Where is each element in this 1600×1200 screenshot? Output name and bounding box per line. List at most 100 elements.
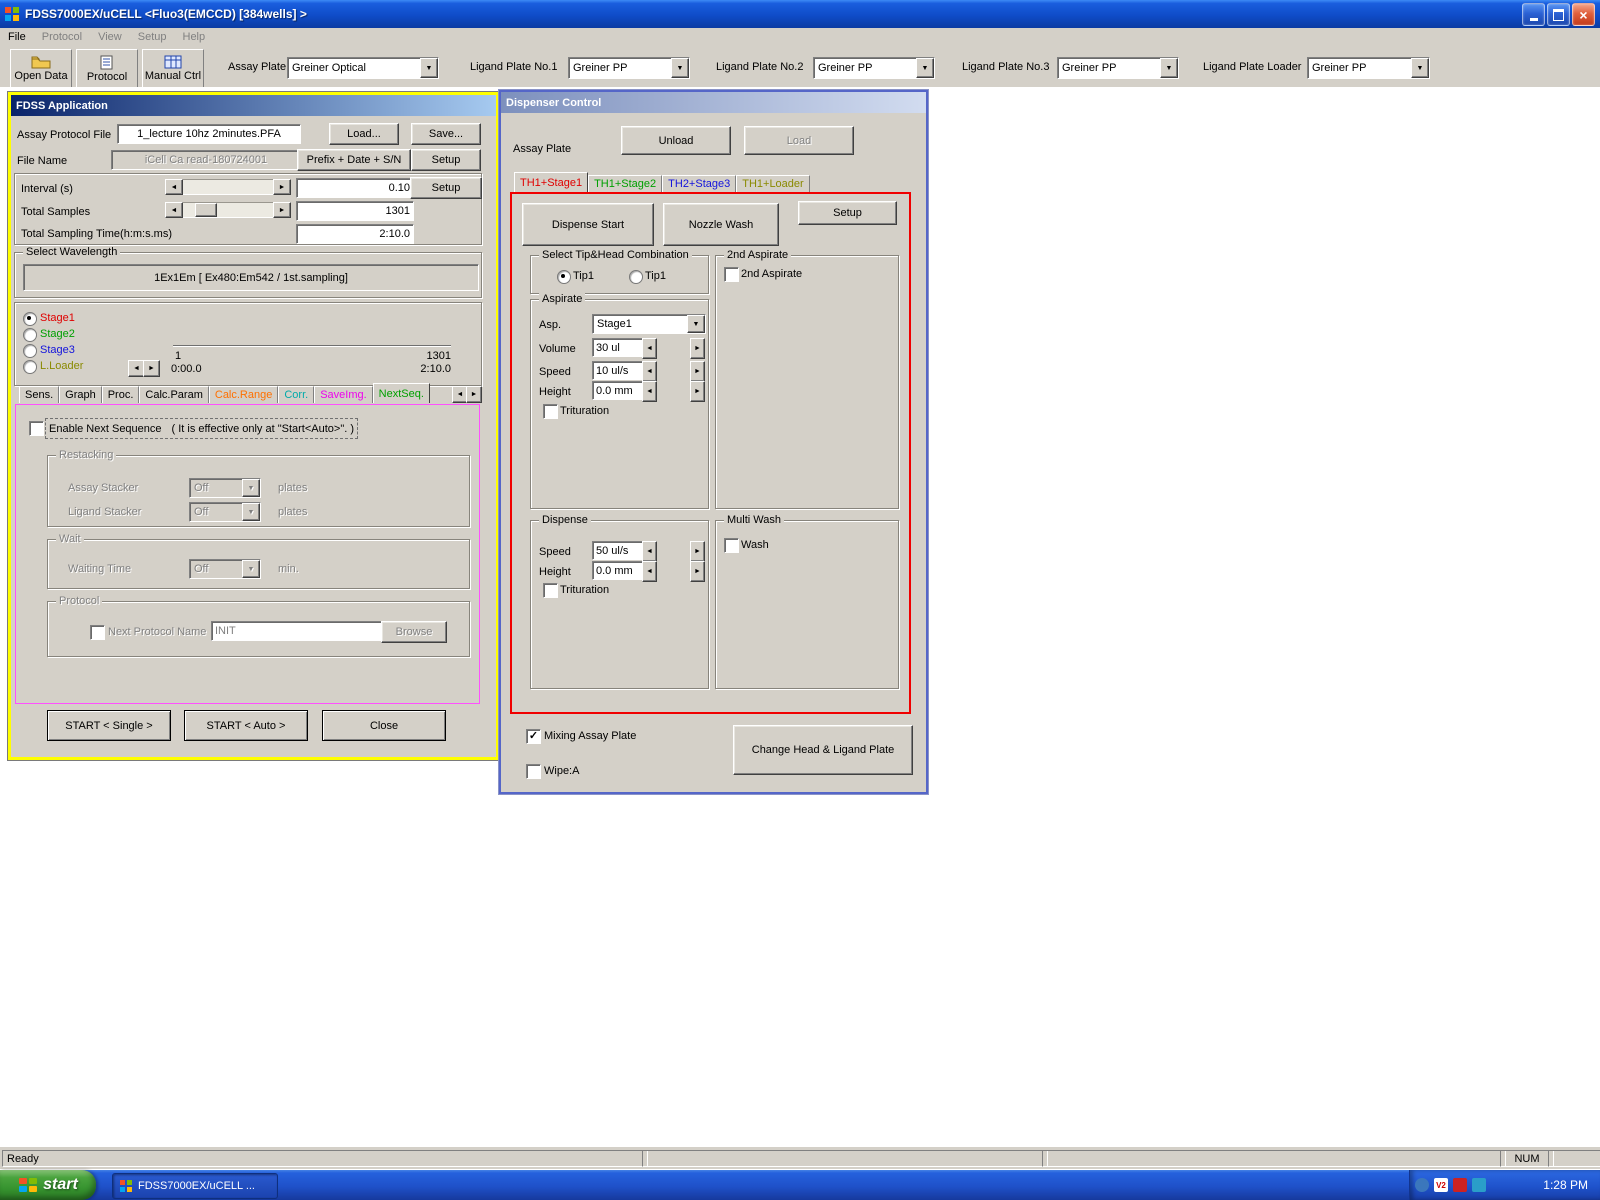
chevron-down-icon[interactable]: ▼	[687, 315, 705, 333]
tab-th1-loader[interactable]: TH1+Loader	[736, 175, 810, 192]
scroll-right-button[interactable]: ►	[273, 179, 291, 195]
dispense-height-decrement-button[interactable]: ◄	[642, 561, 657, 582]
range-right-button[interactable]: ►	[143, 360, 160, 377]
tray-icon-teal[interactable]	[1472, 1178, 1486, 1192]
scroll-thumb[interactable]	[195, 203, 217, 217]
interval-setup-button[interactable]: Setup	[410, 177, 482, 199]
chevron-down-icon[interactable]: ▼	[1411, 58, 1429, 78]
volume-decrement-button[interactable]: ◄	[642, 338, 657, 359]
tray-icon-red[interactable]	[1453, 1178, 1467, 1192]
chevron-down-icon[interactable]: ▼	[1160, 58, 1178, 78]
mixing-assay-plate-checkbox[interactable]: ✓	[526, 729, 541, 744]
start-single-button[interactable]: START < Single >	[47, 710, 171, 741]
menu-view[interactable]: View	[90, 28, 130, 47]
tab-th1-stage2[interactable]: TH1+Stage2	[588, 175, 663, 192]
ligand-plate3-select[interactable]: Greiner PP ▼	[1057, 57, 1179, 79]
total-samples-scrollbar[interactable]: ◄ ►	[165, 202, 291, 218]
interval-value[interactable]: 0.10	[296, 178, 414, 198]
loader-radio[interactable]	[23, 360, 37, 374]
wipe-a-checkbox[interactable]	[526, 764, 541, 779]
interval-scrollbar[interactable]: ◄ ►	[165, 179, 291, 195]
scroll-right-button[interactable]: ►	[273, 202, 291, 218]
tip1-radio[interactable]	[557, 270, 571, 284]
tab-saveimg[interactable]: SaveImg.	[314, 386, 373, 403]
tray-icon-v2[interactable]: V2	[1434, 1178, 1448, 1192]
tab-th2-stage3[interactable]: TH2+Stage3	[662, 175, 737, 192]
tab-calc-param[interactable]: Calc.Param	[139, 386, 209, 403]
ligand-plate-loader-select[interactable]: Greiner PP ▼	[1307, 57, 1430, 79]
chevron-down-icon[interactable]: ▼	[420, 58, 438, 78]
enable-next-sequence-caption[interactable]: Enable Next Sequence ( It is effective o…	[45, 418, 358, 439]
dispense-height-increment-button[interactable]: ►	[690, 561, 705, 582]
maximize-button[interactable]	[1547, 3, 1570, 26]
close-button[interactable]: ×	[1572, 3, 1595, 26]
file-name-setup-button[interactable]: Setup	[411, 149, 481, 171]
tray-icon-blue[interactable]	[1415, 1178, 1429, 1192]
dispenser-setup-button[interactable]: Setup	[798, 201, 897, 225]
scroll-track[interactable]	[183, 202, 273, 218]
second-aspirate-checkbox[interactable]	[724, 267, 739, 282]
scroll-left-button[interactable]: ◄	[165, 202, 183, 218]
dispense-height-field[interactable]: 0.0 mm	[592, 561, 649, 580]
chevron-down-icon[interactable]: ▼	[916, 58, 934, 78]
sample-range-track[interactable]	[173, 345, 451, 347]
aspirate-speed-decrement-button[interactable]: ◄	[642, 361, 657, 382]
menu-help[interactable]: Help	[175, 28, 214, 47]
tip1-b-radio[interactable]	[629, 270, 643, 284]
dispense-trituration-checkbox[interactable]	[543, 583, 558, 598]
volume-increment-button[interactable]: ►	[690, 338, 705, 359]
chevron-down-icon[interactable]: ▼	[671, 58, 689, 78]
unload-button[interactable]: Unload	[621, 126, 731, 155]
dispenser-titlebar[interactable]: Dispenser Control	[501, 92, 926, 113]
dispense-speed-decrement-button[interactable]: ◄	[642, 541, 657, 562]
scroll-track[interactable]	[183, 179, 273, 195]
nozzle-wash-button[interactable]: Nozzle Wash	[663, 203, 779, 246]
protocol-button[interactable]: Protocol	[76, 49, 138, 88]
dispense-speed-increment-button[interactable]: ►	[690, 541, 705, 562]
tab-proc[interactable]: Proc.	[101, 386, 140, 403]
tab-graph[interactable]: Graph	[59, 386, 102, 403]
aspirate-speed-increment-button[interactable]: ►	[690, 361, 705, 382]
tab-nextseq[interactable]: NextSeq.	[372, 383, 430, 403]
fdss-titlebar[interactable]: FDSS Application	[11, 95, 496, 116]
dispense-speed-field[interactable]: 50 ul/s	[592, 541, 649, 560]
minimize-button[interactable]	[1522, 3, 1545, 26]
tab-scroll-right-button[interactable]: ►	[466, 386, 482, 403]
aspirate-height-field[interactable]: 0.0 mm	[592, 381, 649, 400]
stage2-radio[interactable]	[23, 328, 37, 342]
start-button[interactable]: start	[0, 1170, 96, 1200]
load-button[interactable]: Load...	[329, 123, 399, 145]
change-head-ligand-plate-button[interactable]: Change Head & Ligand Plate	[733, 725, 913, 775]
menu-protocol[interactable]: Protocol	[34, 28, 90, 47]
aspirate-speed-field[interactable]: 10 ul/s	[592, 361, 649, 380]
wash-checkbox[interactable]	[724, 538, 739, 553]
manual-ctrl-button[interactable]: Manual Ctrl	[142, 49, 204, 88]
tab-corr[interactable]: Corr.	[278, 386, 315, 403]
start-auto-button[interactable]: START < Auto >	[184, 710, 308, 741]
menu-file[interactable]: File	[0, 28, 34, 47]
total-samples-value[interactable]: 1301	[296, 201, 414, 221]
scroll-left-button[interactable]: ◄	[165, 179, 183, 195]
open-data-button[interactable]: Open Data	[10, 49, 72, 88]
enable-next-sequence-checkbox[interactable]	[29, 421, 44, 436]
save-button[interactable]: Save...	[411, 123, 481, 145]
aspirate-height-increment-button[interactable]: ►	[690, 381, 705, 402]
menu-setup[interactable]: Setup	[130, 28, 175, 47]
titlebar[interactable]: FDSS7000EX/uCELL <Fluo3(EMCCD) [384wells…	[0, 0, 1600, 28]
aspirate-height-decrement-button[interactable]: ◄	[642, 381, 657, 402]
taskbar-task-fdss[interactable]: FDSS7000EX/uCELL ...	[112, 1173, 278, 1199]
tab-th1-stage1[interactable]: TH1+Stage1	[514, 172, 589, 192]
stage3-radio[interactable]	[23, 344, 37, 358]
aspirate-trituration-checkbox[interactable]	[543, 404, 558, 419]
tab-sens[interactable]: Sens.	[19, 386, 60, 403]
clock[interactable]: 1:28 PM	[1543, 1178, 1588, 1192]
prefix-date-sn-button[interactable]: Prefix + Date + S/N	[297, 149, 411, 171]
assay-plate-select[interactable]: Greiner Optical ▼	[287, 57, 439, 79]
asp-stage-select[interactable]: Stage1 ▼	[592, 314, 706, 334]
volume-field[interactable]: 30 ul	[592, 338, 649, 357]
dispense-start-button[interactable]: Dispense Start	[522, 203, 654, 246]
ligand-plate1-select[interactable]: Greiner PP ▼	[568, 57, 690, 79]
ligand-plate2-select[interactable]: Greiner PP ▼	[813, 57, 935, 79]
tab-calc-range[interactable]: Calc.Range	[208, 386, 279, 403]
stage1-radio[interactable]	[23, 312, 37, 326]
